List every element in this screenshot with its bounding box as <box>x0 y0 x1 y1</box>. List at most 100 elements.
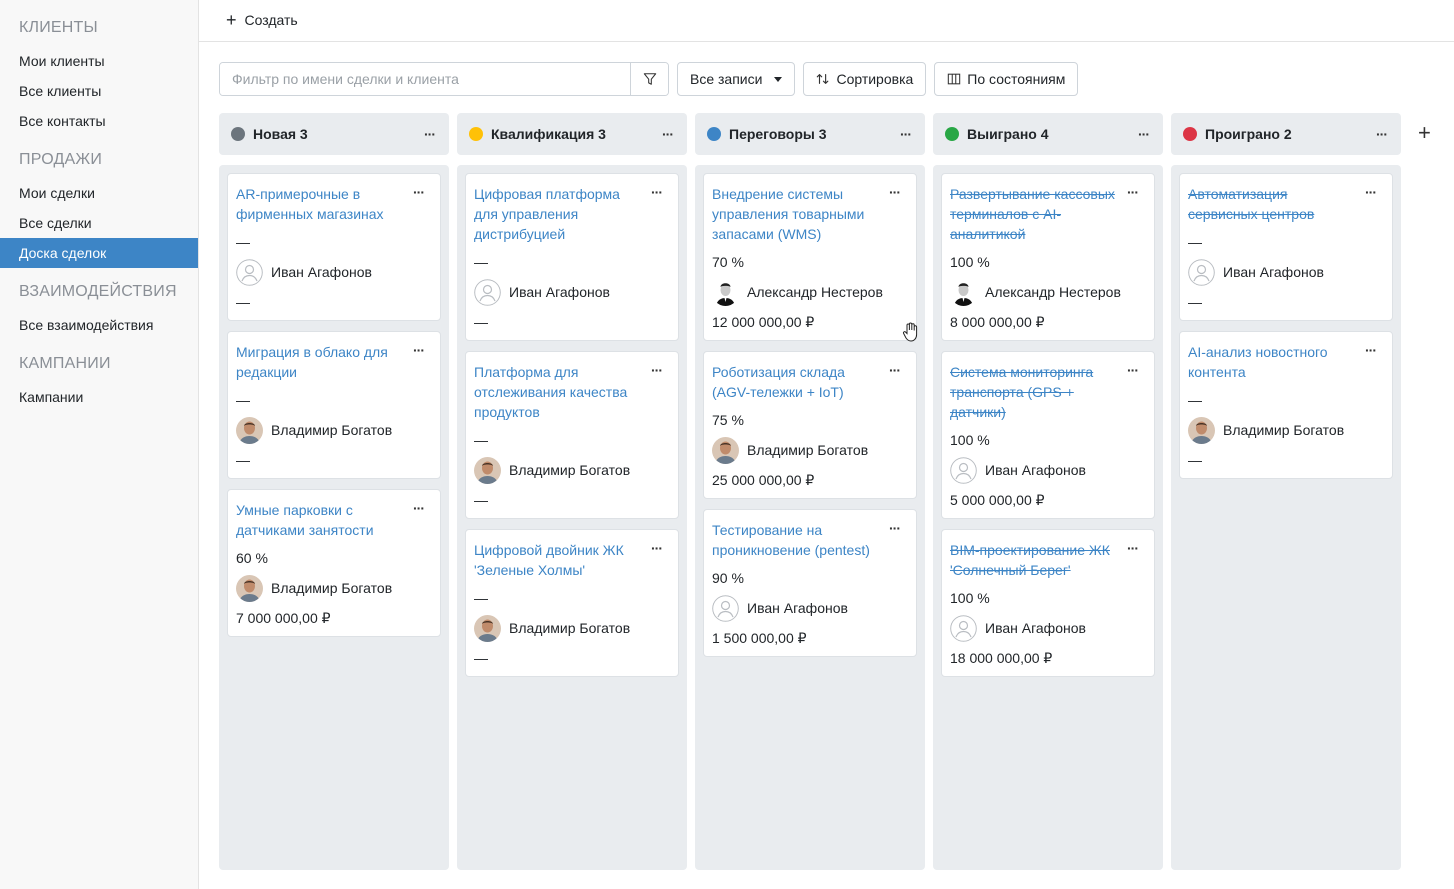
more-icon[interactable]: ··· <box>413 343 425 357</box>
sidebar-item[interactable]: Все сделки <box>0 208 198 238</box>
sidebar-item[interactable]: Все контакты <box>0 106 198 136</box>
column-body: ··· Внедрение системы управления товарным… <box>695 165 925 870</box>
deal-card[interactable]: ··· Платформа для отслеживания качества п… <box>465 351 679 519</box>
owner-name: Владимир Богатов <box>747 442 869 458</box>
sidebar-item[interactable]: Доска сделок <box>0 238 198 268</box>
sort-icon <box>817 74 829 84</box>
deal-probability: — <box>474 590 488 606</box>
deal-title-link[interactable]: Цифровая платформа для управления дистри… <box>474 184 670 244</box>
sort-button[interactable]: Сортировка <box>803 62 927 96</box>
deal-card[interactable]: ··· Автоматизация сервисных центров — Иван … <box>1179 173 1393 321</box>
records-dropdown[interactable]: Все записи <box>677 62 796 96</box>
more-icon[interactable]: ··· <box>1127 541 1139 555</box>
column-header: Выиграно 4 ··· <box>933 113 1163 155</box>
column-title: Выиграно 4 <box>967 126 1049 142</box>
avatar <box>1188 416 1215 444</box>
deal-card[interactable]: ··· AR-примерочные в фирменных магазинах —… <box>227 173 441 321</box>
more-icon[interactable]: ··· <box>413 501 425 515</box>
more-icon[interactable]: ··· <box>900 127 912 141</box>
filter-button[interactable] <box>630 63 668 95</box>
filter-group <box>219 62 669 96</box>
deal-probability: — <box>474 432 488 448</box>
deal-title-link[interactable]: AR-примерочные в фирменных магазинах <box>236 184 432 224</box>
more-icon[interactable]: ··· <box>651 541 663 555</box>
more-icon[interactable]: ··· <box>1127 363 1139 377</box>
more-icon[interactable]: ··· <box>413 185 425 199</box>
owner-name: Иван Агафонов <box>509 284 610 300</box>
deal-title-link[interactable]: Внедрение системы управления товарными з… <box>712 184 908 244</box>
avatar <box>712 594 739 622</box>
deal-amount: — <box>474 314 488 330</box>
deal-title-link[interactable]: Система мониторинга транспорта (GPS + да… <box>950 362 1146 422</box>
deal-probability: — <box>236 392 250 408</box>
more-icon[interactable]: ··· <box>1365 343 1377 357</box>
create-button[interactable]: + Создать <box>226 9 298 31</box>
more-icon[interactable]: ··· <box>1376 127 1388 141</box>
by-state-button[interactable]: По состояниям <box>934 62 1079 96</box>
deal-card[interactable]: ··· Развертывание кассовых терминалов с A… <box>941 173 1155 341</box>
deal-owner: Иван Агафонов <box>474 278 670 306</box>
deal-title-link[interactable]: Цифровой двойник ЖК 'Зеленые Холмы' <box>474 540 670 580</box>
more-icon[interactable]: ··· <box>651 363 663 377</box>
filter-input[interactable] <box>220 63 630 95</box>
deal-amount: 25 000 000,00 ₽ <box>712 472 815 488</box>
sidebar-item[interactable]: Мои клиенты <box>0 46 198 76</box>
avatar <box>474 456 501 484</box>
deal-card[interactable]: ··· Умные парковки с датчиками занятости 6… <box>227 489 441 637</box>
deal-title-link[interactable]: Платформа для отслеживания качества прод… <box>474 362 670 422</box>
toolbar: Все записи Сортировка По состояниям <box>219 62 1079 96</box>
deal-owner: Владимир Богатов <box>474 456 670 484</box>
owner-name: Александр Нестеров <box>747 284 883 300</box>
deal-title-link[interactable]: Тестирование на проникновение (pentest) <box>712 520 908 560</box>
status-dot-icon <box>1183 127 1197 141</box>
deal-owner: Иван Агафонов <box>712 594 908 622</box>
sidebar-item[interactable]: Все клиенты <box>0 76 198 106</box>
deal-probability: 100 % <box>950 590 990 606</box>
deal-title-link[interactable]: Роботизация склада (AGV-тележки + IoT) <box>712 362 908 402</box>
owner-name: Иван Агафонов <box>985 620 1086 636</box>
deal-title-link[interactable]: Развертывание кассовых терминалов с AI-а… <box>950 184 1146 244</box>
hand-cursor-icon <box>903 322 918 342</box>
more-icon[interactable]: ··· <box>662 127 674 141</box>
avatar <box>474 278 501 306</box>
deal-amount: — <box>236 294 250 310</box>
deal-probability: 100 % <box>950 432 990 448</box>
more-icon[interactable]: ··· <box>889 521 901 535</box>
deal-card[interactable]: ··· Цифровой двойник ЖК 'Зеленые Холмы' — В… <box>465 529 679 677</box>
deal-title-link[interactable]: BIM-проектирование ЖК 'Солнечный Берег' <box>950 540 1146 580</box>
sidebar-item[interactable]: Все взаимодействия <box>0 310 198 340</box>
deal-title-link[interactable]: Автоматизация сервисных центров <box>1188 184 1384 224</box>
add-column-button[interactable]: + <box>1418 122 1431 144</box>
deal-card[interactable]: ··· Роботизация склада (AGV-тележки + IoT… <box>703 351 917 499</box>
more-icon[interactable]: ··· <box>889 185 901 199</box>
sidebar-item[interactable]: Кампании <box>0 382 198 412</box>
deal-title-link[interactable]: AI-анализ новостного контента <box>1188 342 1384 382</box>
deal-card[interactable]: ··· Тестирование на проникновение (pentes… <box>703 509 917 657</box>
avatar <box>474 614 501 642</box>
avatar <box>950 278 977 306</box>
deal-card[interactable]: ··· AI-анализ новостного контента — Владими… <box>1179 331 1393 479</box>
more-icon[interactable]: ··· <box>1365 185 1377 199</box>
deal-card[interactable]: ··· Система мониторинга транспорта (GPS +… <box>941 351 1155 519</box>
more-icon[interactable]: ··· <box>424 127 436 141</box>
avatar <box>236 416 263 444</box>
more-icon[interactable]: ··· <box>1138 127 1150 141</box>
more-icon[interactable]: ··· <box>1127 185 1139 199</box>
column-body: ··· Развертывание кассовых терминалов с A… <box>933 165 1163 870</box>
deal-card[interactable]: ··· Миграция в облако для редакции — Владим… <box>227 331 441 479</box>
status-dot-icon <box>231 127 245 141</box>
deal-owner: Владимир Богатов <box>474 614 670 642</box>
more-icon[interactable]: ··· <box>651 185 663 199</box>
deal-title-link[interactable]: Умные парковки с датчиками занятости <box>236 500 432 540</box>
owner-name: Иван Агафонов <box>747 600 848 616</box>
deal-card[interactable]: ··· BIM-проектирование ЖК 'Солнечный Бере… <box>941 529 1155 677</box>
deal-owner: Владимир Богатов <box>236 574 432 602</box>
deal-card[interactable]: ··· Цифровая платформа для управления дис… <box>465 173 679 341</box>
owner-name: Владимир Богатов <box>271 580 393 596</box>
deal-card[interactable]: ··· Внедрение системы управления товарным… <box>703 173 917 341</box>
deal-amount: — <box>474 650 488 666</box>
sidebar-item[interactable]: Мои сделки <box>0 178 198 208</box>
sidebar-section: КАМПАНИИ Кампании <box>0 356 198 412</box>
more-icon[interactable]: ··· <box>889 363 901 377</box>
deal-title-link[interactable]: Миграция в облако для редакции <box>236 342 432 382</box>
